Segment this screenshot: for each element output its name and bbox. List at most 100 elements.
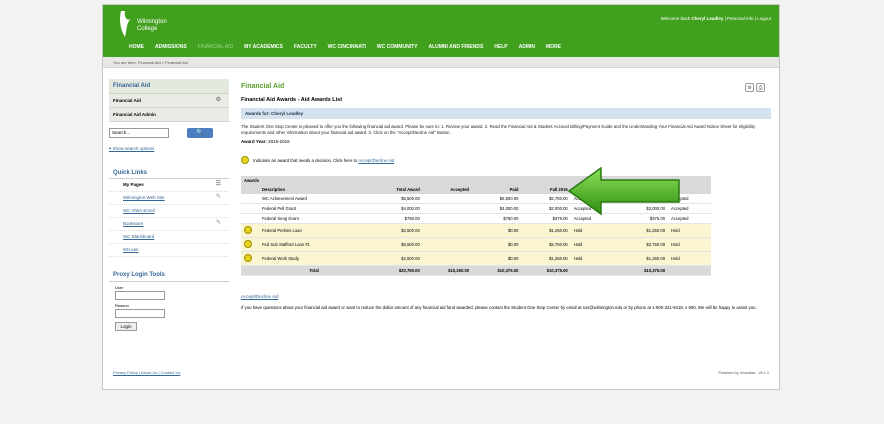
col-accepted: Accepted xyxy=(422,185,473,194)
cell-accepted xyxy=(422,213,473,224)
decision-needed-icon[interactable] xyxy=(244,226,252,234)
total-cell-accepted: $10,250.00 xyxy=(422,265,473,276)
cell-fall: $1,250.00 xyxy=(521,223,571,238)
gear-icon[interactable]: ⚙ xyxy=(216,96,221,103)
table-row: Federal Perkins Loan $2,500.00 $0.00 $1,250… xyxy=(241,223,711,238)
college-logo-icon[interactable] xyxy=(117,9,135,39)
cell-total: $2,500.00 xyxy=(369,251,423,266)
col-total-award: Total Award xyxy=(369,185,423,194)
login-button[interactable]: Login xyxy=(115,322,137,331)
page-subtitle: Financial Aid Awards - Aid Awards List xyxy=(241,97,343,103)
sidebar: Financial Aid Financial Aid ⚙ Financial A… xyxy=(109,79,229,331)
settings-icon[interactable]: ⚙ xyxy=(745,83,754,92)
nav-wc-cincinnati[interactable]: WC CINCINNATI xyxy=(328,44,366,50)
cell-desc: Federal Perkins Loan xyxy=(259,223,369,238)
cell-desc: Federal Seog Grant xyxy=(259,213,369,224)
browser-page: Wilmington College Welcome back Cheryl L… xyxy=(102,4,780,390)
breadcrumb-bar: You are here: Financial Aid > Financial … xyxy=(103,57,779,68)
nav-help[interactable]: HELP xyxy=(494,44,507,50)
sidebar-item-financial-aid[interactable]: Financial Aid ⚙ xyxy=(109,94,229,108)
cell-accepted xyxy=(422,251,473,266)
cell-fall: $2,000.00 xyxy=(521,203,571,214)
left-arrow-icon xyxy=(567,166,680,216)
main-content: Financial Aid ⚙ ⎙ Financial Aid Awards -… xyxy=(241,83,771,311)
footer-links[interactable]: Privacy Policy | About Us | Contact Us xyxy=(113,370,180,375)
col-fall: Fall 2015 xyxy=(521,185,571,194)
search-icon: 🔍 xyxy=(196,130,204,136)
quick-link-blackboard[interactable]: WC Blackboard xyxy=(109,231,229,244)
edit-icon[interactable]: ✎ xyxy=(216,193,221,200)
cell-desc: Federal Work Study xyxy=(259,251,369,266)
print-icon[interactable]: ⎙ xyxy=(756,83,765,92)
intro-text: The Student One Stop Center is pleased t… xyxy=(241,124,756,135)
cell-flag xyxy=(241,237,259,252)
accept-decline-link[interactable]: Accept/Decline Aid xyxy=(241,294,771,299)
cell-flag xyxy=(241,194,259,204)
total-cell-spring: $10,375.00 xyxy=(613,265,669,276)
collapse-icon[interactable]: ☰ xyxy=(216,180,221,187)
search-button[interactable]: 🔍 xyxy=(187,128,213,138)
nav-my-academics[interactable]: MY ACADEMICS xyxy=(244,44,283,50)
col-paid: Paid xyxy=(472,185,522,194)
quick-link-bookstore[interactable]: Bookstore ✎ xyxy=(109,218,229,231)
decision-needed-icon xyxy=(241,156,249,164)
cell-desc: Federal Pell Grant xyxy=(259,203,369,214)
reason-label: Reason xyxy=(115,303,129,308)
cell-spring: $1,250.00 xyxy=(613,251,669,266)
main-nav: HOME ADMISSIONS FINANCIAL AID MY ACADEMI… xyxy=(129,44,572,50)
cell-total: $2,500.00 xyxy=(369,223,423,238)
table-row: Fed Sub Stafford Loan #1 $5,500.00 $0.00 $2… xyxy=(241,237,711,252)
powered-by: Powered by Jenzabar - v8.1.0 xyxy=(718,371,769,375)
total-cell-paid: $10,375.00 xyxy=(472,265,522,276)
personal-info-link[interactable]: Personal Info xyxy=(727,16,754,21)
nav-more[interactable]: MORE xyxy=(546,44,561,50)
cell-spring-status: Hold xyxy=(668,251,711,266)
sidebar-item-financial-aid-admin[interactable]: Financial Aid Admin xyxy=(109,108,229,122)
page-tools: ⚙ ⎙ xyxy=(745,83,765,92)
total-cell xyxy=(570,265,614,276)
breadcrumb: You are here: Financial Aid > Financial … xyxy=(113,60,188,65)
cell-paid: $0.00 xyxy=(472,251,522,266)
quick-link-wiloan[interactable]: WILoan xyxy=(109,244,229,257)
show-search-options-link[interactable]: ▾ Show search options xyxy=(109,146,229,152)
nav-wc-community[interactable]: WC COMMUNITY xyxy=(377,44,418,50)
search-row: Search... 🔍 xyxy=(109,128,229,140)
cell-paid: $4,000.00 xyxy=(472,203,522,214)
cell-spring-status: Hold xyxy=(668,223,711,238)
nav-financial-aid[interactable]: FINANCIAL AID xyxy=(198,44,233,50)
cell-fall: $2,750.00 xyxy=(521,237,571,252)
cell-fall: $1,250.00 xyxy=(521,251,571,266)
decision-needed-icon[interactable] xyxy=(244,254,252,262)
cell-spring: $1,250.00 xyxy=(613,223,669,238)
col-description: Description xyxy=(259,185,369,194)
total-cell xyxy=(668,265,711,276)
nav-alumni[interactable]: ALUMNI AND FRIENDS xyxy=(428,44,483,50)
edit-icon[interactable]: ✎ xyxy=(216,219,221,226)
cell-accepted xyxy=(422,223,473,238)
cell-paid: $750.00 xyxy=(472,213,522,224)
total-cell-label: Total xyxy=(259,265,369,276)
quick-link-my-pages[interactable]: My Pages ☰ xyxy=(109,179,229,192)
search-input[interactable]: Search... xyxy=(109,128,169,138)
cell-flag xyxy=(241,213,259,224)
decision-needed-icon[interactable] xyxy=(244,240,252,248)
quick-link-owa-email[interactable]: WC OWA Email xyxy=(109,205,229,218)
cell-flag xyxy=(241,251,259,266)
nav-admissions[interactable]: ADMISSIONS xyxy=(155,44,187,50)
accept-decline-link-top[interactable]: Accept/Decline Aid xyxy=(358,158,394,163)
logout-link[interactable]: Logout xyxy=(757,16,771,21)
screenshot-frame: Wilmington College Welcome back Cheryl L… xyxy=(0,0,884,424)
nav-home[interactable]: HOME xyxy=(129,44,144,50)
reason-input[interactable] xyxy=(115,309,165,318)
nav-admin[interactable]: ADMIN xyxy=(519,44,535,50)
cell-total: $4,000.00 xyxy=(369,203,423,214)
user-input[interactable] xyxy=(115,291,165,300)
cell-total: $5,500.00 xyxy=(369,237,423,252)
quick-link-web-site[interactable]: Wilmington Web Site ✎ xyxy=(109,192,229,205)
cell-flag xyxy=(241,223,259,238)
proxy-login-title: Proxy Login Tools xyxy=(109,269,229,282)
total-cell-total: $20,750.00 xyxy=(369,265,423,276)
nav-faculty[interactable]: FACULTY xyxy=(294,44,317,50)
total-cell xyxy=(241,265,259,276)
cell-paid: $0.00 xyxy=(472,223,522,238)
